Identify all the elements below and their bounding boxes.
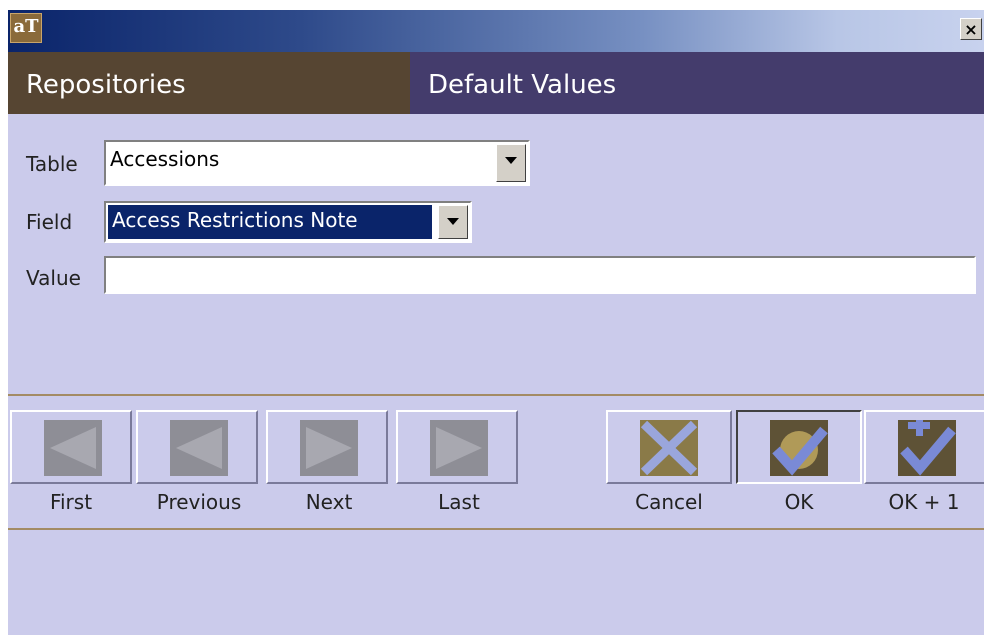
header-right-panel: Default Values	[410, 52, 984, 114]
default-values-window: aT × Repositories Default Values Table A…	[8, 10, 984, 635]
chevron-down-icon[interactable]	[496, 144, 526, 182]
previous-button-label: Previous	[156, 490, 242, 514]
ok-button[interactable]	[736, 410, 862, 484]
checkmark-icon	[770, 420, 828, 476]
chevron-down-icon[interactable]	[438, 205, 468, 239]
last-arrow-icon	[430, 420, 488, 476]
previous-button[interactable]	[136, 410, 258, 484]
next-button[interactable]	[266, 410, 388, 484]
close-button[interactable]: ×	[960, 18, 982, 40]
checkmark-plus-icon	[898, 420, 956, 476]
app-icon: aT	[10, 13, 42, 43]
cancel-button[interactable]	[606, 410, 732, 484]
first-button-label: First	[49, 490, 93, 514]
divider	[8, 394, 984, 396]
value-label: Value	[26, 266, 81, 290]
divider	[8, 528, 984, 530]
table-dropdown-value: Accessions	[110, 147, 220, 171]
field-label: Field	[26, 210, 73, 234]
value-input[interactable]	[104, 256, 976, 294]
previous-arrow-icon	[170, 420, 228, 476]
table-dropdown[interactable]: Accessions	[104, 140, 530, 186]
first-arrow-icon	[44, 420, 102, 476]
title-bar[interactable]: aT ×	[8, 10, 984, 52]
ok-button-label: OK	[784, 490, 814, 514]
section-title: Repositories	[26, 70, 186, 100]
first-button[interactable]	[10, 410, 132, 484]
page-title: Default Values	[428, 70, 617, 100]
header-banner: Repositories Default Values	[8, 52, 984, 114]
field-dropdown[interactable]: Access Restrictions Note	[104, 201, 472, 243]
last-button[interactable]	[396, 410, 518, 484]
next-button-label: Next	[305, 490, 353, 514]
field-dropdown-value: Access Restrictions Note	[108, 205, 432, 239]
cancel-button-label: Cancel	[635, 490, 703, 514]
next-arrow-icon	[300, 420, 358, 476]
last-button-label: Last	[438, 490, 480, 514]
header-left-panel: Repositories	[8, 52, 410, 114]
ok-plus-one-button[interactable]	[864, 410, 984, 484]
ok-plus-one-button-label: OK + 1	[888, 490, 960, 514]
table-label: Table	[26, 152, 78, 176]
cancel-icon	[640, 420, 698, 476]
